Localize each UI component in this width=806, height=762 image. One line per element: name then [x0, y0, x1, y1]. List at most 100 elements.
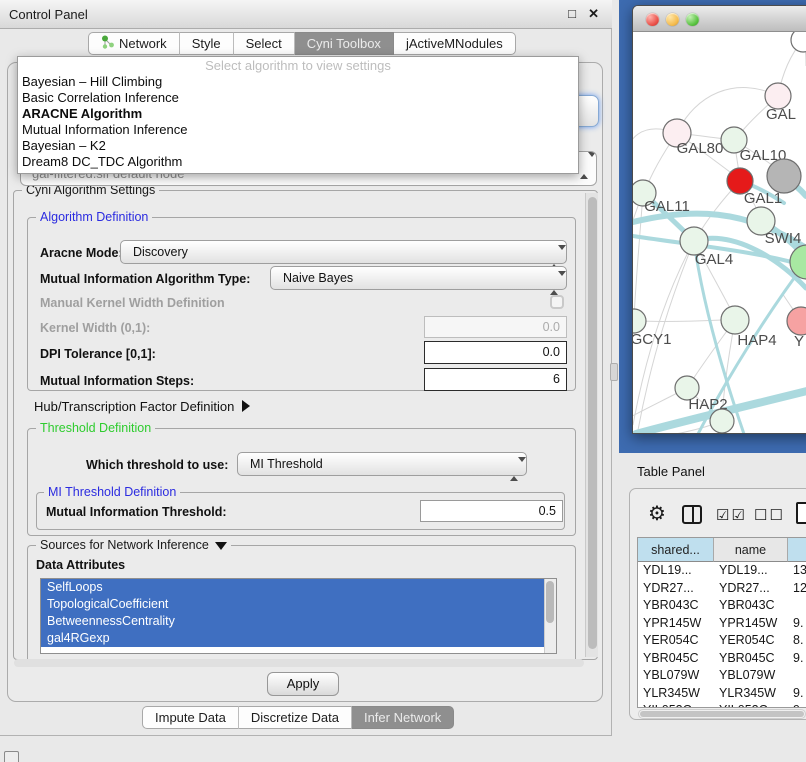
table-cell: YBL079W [638, 667, 714, 685]
sources-group-title[interactable]: Sources for Network Inference [36, 538, 231, 552]
algorithm-option-bayesian-hill-climbing[interactable]: Bayesian – Hill Climbing [18, 74, 578, 90]
table-cell: 13 [788, 562, 806, 580]
tab-discretize-data[interactable]: Discretize Data [239, 706, 352, 729]
dpi-tolerance-field[interactable]: 0.0 [424, 341, 567, 364]
select-all-checkboxes-icon[interactable]: ☑☑ [716, 506, 747, 524]
deselect-all-checkboxes-icon[interactable]: ☐☐ [754, 506, 785, 524]
tab-label: jActiveMNodules [406, 36, 503, 51]
mi-type-combobox[interactable]: Naive Bayes [270, 266, 567, 290]
table-panel-window: ⚙ ☑☑ ☐☐ shared...nameA YDL19...YDL19...1… [629, 488, 806, 720]
table-cell: YDR27... [638, 580, 714, 598]
table-cell: YDL19... [714, 562, 788, 580]
apply-button[interactable]: Apply [267, 672, 339, 696]
network-node[interactable] [767, 159, 801, 193]
table-row[interactable]: YDL19...YDL19...13 [638, 562, 806, 580]
network-node[interactable] [710, 409, 734, 433]
algorithm-option-aracne-algorithm[interactable]: ARACNE Algorithm [18, 106, 578, 122]
combobox-stepper-icon [580, 157, 589, 170]
table-row[interactable]: YPR145WYPR145W9. [638, 615, 806, 633]
table-cell: YLR345W [638, 685, 714, 703]
desktop-background: GALGAL80GAL10GAL1GAL11SWI4GAL4GCY1HAP4YH… [619, 0, 806, 453]
settings-scrollbar-thumb[interactable] [588, 197, 597, 649]
list-scrollbar[interactable] [544, 579, 556, 653]
table-row[interactable]: YER054CYER054C8. [638, 632, 806, 650]
table-row[interactable]: YBR045CYBR045C9. [638, 650, 806, 668]
network-window-titlebar[interactable] [633, 6, 806, 32]
zoom-traffic-light-icon[interactable] [686, 13, 699, 26]
table-row[interactable]: YBL079WYBL079W [638, 667, 806, 685]
close-traffic-light-icon[interactable] [646, 13, 659, 26]
tab-label: Infer Network [364, 710, 441, 725]
column-header-a[interactable]: A [788, 538, 806, 562]
list-scrollbar-thumb[interactable] [546, 581, 554, 623]
tab-impute-data[interactable]: Impute Data [142, 706, 239, 729]
table-row[interactable]: YBR043CYBR043C [638, 597, 806, 615]
table-cell: YIL052C [638, 702, 714, 708]
algorithm-option-mutual-information-inference[interactable]: Mutual Information Inference [18, 122, 578, 138]
data-attribute-item[interactable]: TopologicalCoefficient [41, 596, 544, 613]
tab-cyni-toolbox[interactable]: Cyni Toolbox [295, 32, 394, 55]
panel-divider-grip[interactable] [610, 363, 618, 381]
manual-kernel-checkbox[interactable] [550, 295, 564, 309]
network-node-gcy1[interactable] [633, 309, 646, 333]
close-icon[interactable]: ✕ [588, 6, 599, 22]
columns-icon[interactable] [682, 505, 702, 524]
float-window-icon[interactable]: □ [568, 6, 576, 21]
kernel-width-field[interactable]: 0.0 [424, 316, 567, 338]
mi-steps-label: Mutual Information Steps: [40, 374, 194, 388]
node-label: GAL11 [644, 198, 690, 215]
column-header-shared[interactable]: shared... [638, 538, 714, 562]
data-attribute-item[interactable]: gal4RGexp [41, 630, 544, 647]
settings-hscroll-track[interactable] [14, 659, 584, 667]
table-hscrollbar-thumb[interactable] [640, 711, 804, 717]
combobox-stepper-icon [550, 272, 559, 285]
data-attribute-item[interactable]: SelfLoops [41, 579, 544, 596]
algorithm-definition-title: Algorithm Definition [36, 210, 152, 224]
which-threshold-value: MI Threshold [250, 457, 323, 471]
network-node[interactable] [791, 32, 806, 52]
tab-label: Impute Data [155, 710, 226, 725]
threshold-definition-title: Threshold Definition [36, 421, 155, 435]
data-attributes-list[interactable]: SelfLoopsTopologicalCoefficientBetweenne… [40, 578, 557, 654]
tab-jactivemnodules[interactable]: jActiveMNodules [394, 32, 516, 55]
tab-select[interactable]: Select [234, 32, 295, 55]
aracne-mode-combobox[interactable]: Discovery [120, 240, 567, 264]
algorithm-option-dream8-dc-tdc-algorithm[interactable]: Dream8 DC_TDC Algorithm [18, 154, 578, 170]
network-view-window[interactable]: GALGAL80GAL10GAL1GAL11SWI4GAL4GCY1HAP4YH… [632, 5, 806, 434]
table-hscrollbar[interactable] [638, 709, 806, 719]
mi-threshold-field[interactable]: 0.5 [420, 500, 563, 522]
table-cell: YIL052C [714, 702, 788, 708]
which-threshold-combobox[interactable]: MI Threshold [237, 452, 527, 476]
mi-type-label: Mutual Information Algorithm Type: [40, 272, 250, 286]
tab-infer-network[interactable]: Infer Network [352, 706, 454, 729]
tab-style[interactable]: Style [180, 32, 234, 55]
algorithm-option-basic-correlation-inference[interactable]: Basic Correlation Inference [18, 90, 578, 106]
tab-label: Discretize Data [251, 710, 339, 725]
column-header-name[interactable]: name [714, 538, 788, 562]
table-row[interactable]: YLR345WYLR345W9. [638, 685, 806, 703]
settings-scrollbar[interactable] [585, 193, 598, 657]
network-node-y[interactable] [787, 307, 806, 335]
network-canvas[interactable]: GALGAL80GAL10GAL1GAL11SWI4GAL4GCY1HAP4YH… [633, 32, 806, 433]
table-cell: 12 [788, 580, 806, 598]
table-row[interactable]: YIL052CYIL052C9. [638, 702, 806, 708]
gear-icon[interactable]: ⚙ [648, 501, 666, 526]
table-panel-title: Table Panel [637, 464, 705, 479]
minimized-panel-icon[interactable] [4, 751, 19, 762]
tab-label: Style [192, 36, 221, 51]
tab-network[interactable]: Network [88, 32, 180, 55]
table-cell [788, 667, 806, 685]
table-row[interactable]: YDR27...YDR27...12 [638, 580, 806, 598]
document-icon[interactable] [796, 502, 806, 524]
data-attribute-item[interactable]: BetweennessCentrality [41, 613, 544, 630]
table-cell: YER054C [714, 632, 788, 650]
algorithm-option-bayesian-k2[interactable]: Bayesian – K2 [18, 138, 578, 154]
network-icon [101, 35, 114, 52]
node-table[interactable]: shared...nameA YDL19...YDL19...13YDR27..… [637, 537, 806, 708]
hub-definition-expander[interactable]: Hub/Transcription Factor Definition [34, 399, 250, 414]
minimize-traffic-light-icon[interactable] [666, 13, 679, 26]
node-label: SWI4 [765, 230, 802, 247]
mi-steps-field[interactable]: 6 [424, 368, 567, 391]
table-cell: 9. [788, 650, 806, 668]
network-node-hap4[interactable] [721, 306, 749, 334]
